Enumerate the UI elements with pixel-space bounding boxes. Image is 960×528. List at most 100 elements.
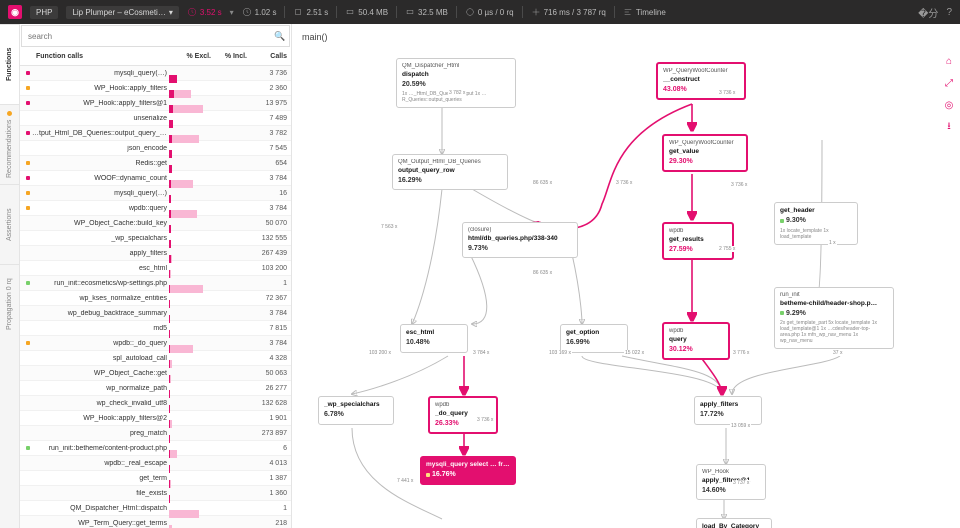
table-row[interactable]: _wp_specialchars132 555 (20, 231, 291, 246)
node-dispatch[interactable]: QM_Dispatcher_Html dispatch 20.59% 1x …_… (396, 58, 516, 108)
memory-icon (405, 7, 415, 17)
node-applyfilters[interactable]: apply_filters 17.72% (694, 396, 762, 425)
node-wpdbquery[interactable]: wpdb query 30.12% (662, 322, 730, 360)
table-row[interactable]: preg_match273 897 (20, 426, 291, 441)
metric-mem1: 50.4 MB (345, 7, 388, 17)
fn-name: QM_Dispatcher_Html::dispatch (32, 505, 169, 512)
edge-label: 103 169 x (548, 350, 572, 356)
table-row[interactable]: wpdb::_real_escape4 013 (20, 456, 291, 471)
header-incl[interactable]: % Incl. (211, 53, 247, 60)
call-count: 3 784 (247, 340, 287, 347)
table-row[interactable]: WP_Term_Query::get_terms218 (20, 516, 291, 528)
table-row[interactable]: WP_Hook::apply_filters@21 901 (20, 411, 291, 426)
header-excl[interactable]: % Excl. (169, 53, 211, 60)
table-row[interactable]: …tput_Html_DB_Queries::output_query_row3… (20, 126, 291, 141)
call-graph[interactable]: main() (292, 24, 960, 528)
node-getheader[interactable]: get_header 9.30% 1x locate_template 1x l… (774, 202, 858, 245)
node-mysqliquery[interactable]: mysqli_query select … from w… 16.76% (420, 456, 516, 485)
timeline-link[interactable]: Timeline (623, 7, 666, 17)
table-row[interactable]: wp_check_invalid_utf8132 628 (20, 396, 291, 411)
call-count: 3 784 (247, 175, 287, 182)
table-row[interactable]: WOOF::dynamic_count3 784 (20, 171, 291, 186)
table-row[interactable]: apply_filters267 439 (20, 246, 291, 261)
node-bottom[interactable]: load_By_Category (696, 518, 772, 528)
table-row[interactable]: WP_Hook::apply_filters2 360 (20, 81, 291, 96)
edge-label: 3 736 x (730, 182, 748, 188)
search-input[interactable] (22, 32, 271, 41)
edge-label: 13 059 x (730, 423, 751, 429)
table-row[interactable]: wp_debug_backtrace_summary3 784 (20, 306, 291, 321)
table-row[interactable]: WP_Hook::apply_filters@113 975 (20, 96, 291, 111)
table-row[interactable]: get_term1 387 (20, 471, 291, 486)
table-row[interactable]: esc_html103 200 (20, 261, 291, 276)
search-icon[interactable]: 🔍 (271, 31, 289, 42)
edge-label: 86 635 x (532, 180, 553, 186)
tab-assertions[interactable]: Assertions (0, 184, 19, 264)
table-row[interactable]: Redis::get654 (20, 156, 291, 171)
call-count: 4 328 (247, 355, 287, 362)
table-row[interactable]: wp_normalize_path26 277 (20, 381, 291, 396)
table-row[interactable]: unserialize7 489 (20, 111, 291, 126)
share-icon[interactable]: �分 (918, 5, 938, 20)
node-wphook[interactable]: WP_Hook apply_filters@1 14.60% (696, 464, 766, 500)
header-name[interactable]: Function calls (32, 53, 169, 60)
table-row[interactable]: file_exists1 360 (20, 486, 291, 501)
tab-functions[interactable]: Functions (0, 24, 19, 104)
edge-label: 7 563 x (380, 224, 398, 230)
fn-name: WP_Hook::apply_filters (32, 85, 169, 92)
status-dot (24, 281, 32, 285)
table-row[interactable]: QM_Dispatcher_Html::dispatch1 (20, 501, 291, 516)
functions-panel: 🔍 Function calls % Excl. % Incl. Calls m… (20, 24, 292, 528)
node-runinit[interactable]: run_init betheme-child/header-shop.p… 9.… (774, 287, 894, 349)
table-row[interactable]: md57 815 (20, 321, 291, 336)
table-row[interactable]: mysqli_query(…)16 (20, 186, 291, 201)
breadcrumb-chip[interactable]: PHP (30, 6, 58, 19)
metric-mem2: 32.5 MB (405, 7, 448, 17)
table-row[interactable]: json_encode7 545 (20, 141, 291, 156)
table-row[interactable]: wpdb::_do_query3 784 (20, 336, 291, 351)
call-count: 7 545 (247, 145, 287, 152)
node-outputrow[interactable]: QM_Output_Html_DB_Queries output_query_r… (392, 154, 508, 190)
table-row[interactable]: run_init::ecosmetics/wp-settings.php1 (20, 276, 291, 291)
home-icon[interactable]: ⌂ (942, 54, 956, 68)
tab-propagation[interactable]: Propagation 0 rq (0, 264, 19, 344)
table-body[interactable]: mysqli_query(…)3 736WP_Hook::apply_filte… (20, 66, 291, 528)
table-row[interactable]: run_init::betheme/content-product.php6 (20, 441, 291, 456)
call-count: 3 782 (247, 130, 287, 137)
tab-recommendations[interactable]: Recommendations (0, 104, 19, 184)
project-title-chip[interactable]: Lip Plumper – eCosmeti… ▾ (66, 6, 178, 19)
table-row[interactable]: mysqli_query(…)3 736 (20, 66, 291, 81)
edge-label: 7 441 x (396, 478, 414, 484)
table-row[interactable]: wpdb::query3 784 (20, 201, 291, 216)
node-closure[interactable]: (closure) html/db_queries.php/338-340 9.… (462, 222, 578, 258)
cpu-icon (293, 7, 303, 17)
table-row[interactable]: wp_kses_normalize_entities72 367 (20, 291, 291, 306)
app-logo[interactable]: ◉ (8, 5, 22, 19)
node-getvalue[interactable]: WP_QueryWoofCounter get_value 29.30% (662, 134, 748, 172)
table-row[interactable]: WP_Object_Cache::get50 063 (20, 366, 291, 381)
fn-name: apply_filters (32, 250, 169, 257)
node-getresults[interactable]: wpdb get_results 27.59% (662, 222, 734, 260)
fn-name: WP_Term_Query::get_terms (32, 520, 169, 527)
node-eschtml[interactable]: esc_html 10.48% (400, 324, 468, 353)
chevron-down-icon[interactable]: ▾ (230, 8, 234, 17)
table-row[interactable]: spl_autoload_call4 328 (20, 351, 291, 366)
clock-icon (187, 7, 197, 17)
status-dot (24, 191, 32, 195)
node-doquery[interactable]: wpdb _do_query 26.33% (428, 396, 498, 434)
table-row[interactable]: WP_Object_Cache::build_key50 070 (20, 216, 291, 231)
disk-icon (465, 7, 475, 17)
node-getoption[interactable]: get_option 16.99% (560, 324, 628, 353)
metric-total-time[interactable]: 3.52 s (187, 7, 222, 17)
help-icon[interactable]: ? (946, 7, 952, 18)
edge-label: 2 755 x (718, 246, 736, 252)
fn-name: mysqli_query(…) (32, 190, 169, 197)
header-calls[interactable]: Calls (247, 53, 287, 60)
target-icon[interactable]: ◎ (942, 98, 956, 112)
expand-icon[interactable]: ⤢ (942, 76, 956, 90)
download-icon[interactable]: ⭳ (942, 120, 956, 134)
search-box[interactable]: 🔍 (21, 25, 290, 47)
table-header: Function calls % Excl. % Incl. Calls (20, 48, 291, 66)
node-specialchars[interactable]: _wp_specialchars 6.78% (318, 396, 394, 425)
status-dot (24, 161, 32, 165)
